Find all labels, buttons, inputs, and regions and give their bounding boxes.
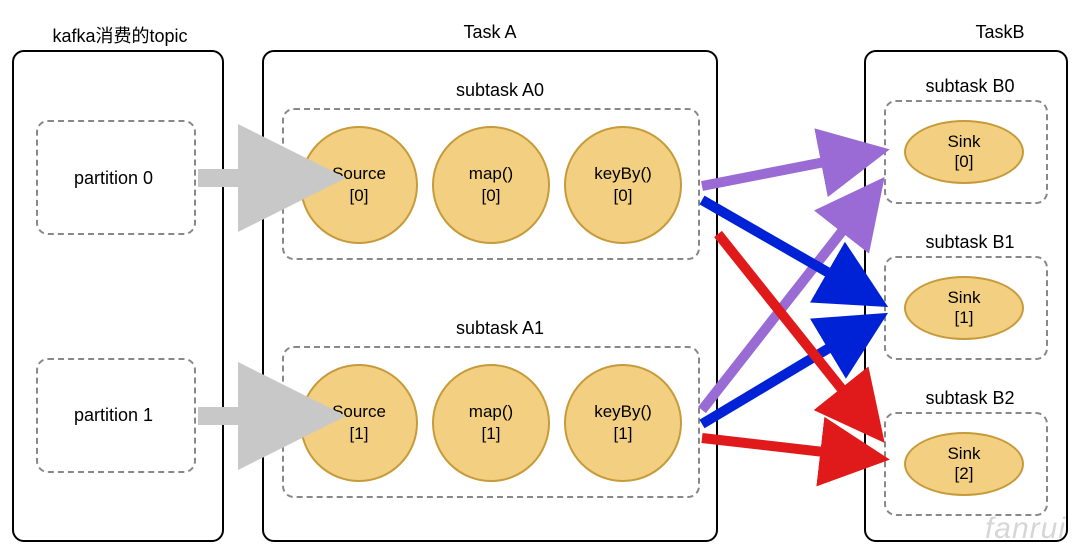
task-a-title: Task A xyxy=(430,22,550,43)
op-map-0: map() [0] xyxy=(432,126,550,244)
arrow-a0-to-b2 xyxy=(718,234,876,432)
op-idx: [0] xyxy=(350,185,369,207)
op-source-1: Source [1] xyxy=(300,364,418,482)
sink-idx: [0] xyxy=(955,152,974,172)
arrow-a1-to-b2 xyxy=(702,438,876,458)
sink-name: Sink xyxy=(947,132,980,152)
op-idx: [1] xyxy=(350,423,369,445)
subtask-b0-label: subtask B0 xyxy=(910,76,1030,97)
sink-name: Sink xyxy=(947,444,980,464)
op-name: map() xyxy=(469,401,513,423)
partition-1-label: partition 1 xyxy=(74,405,153,426)
op-keyby-1: keyBy() [1] xyxy=(564,364,682,482)
op-source-0: Source [0] xyxy=(300,126,418,244)
op-name: map() xyxy=(469,163,513,185)
op-keyby-0: keyBy() [0] xyxy=(564,126,682,244)
sink-2: Sink [2] xyxy=(904,432,1024,496)
sink-idx: [2] xyxy=(955,464,974,484)
arrow-a0-to-b0 xyxy=(702,152,876,186)
subtask-a1-label: subtask A1 xyxy=(440,318,560,339)
op-name: keyBy() xyxy=(594,401,652,423)
partition-0-label: partition 0 xyxy=(74,168,153,189)
op-name: Source xyxy=(332,163,386,185)
arrow-a0-to-b1 xyxy=(702,200,876,300)
op-name: keyBy() xyxy=(594,163,652,185)
sink-idx: [1] xyxy=(955,308,974,328)
sink-name: Sink xyxy=(947,288,980,308)
sink-1: Sink [1] xyxy=(904,276,1024,340)
op-idx: [0] xyxy=(614,185,633,207)
arrow-a1-to-b1 xyxy=(702,320,876,424)
op-map-1: map() [1] xyxy=(432,364,550,482)
sink-0: Sink [0] xyxy=(904,120,1024,184)
task-b-title: TaskB xyxy=(940,22,1060,43)
op-idx: [1] xyxy=(482,423,501,445)
op-idx: [0] xyxy=(482,185,501,207)
subtask-b2-label: subtask B2 xyxy=(910,388,1030,409)
subtask-a0-label: subtask A0 xyxy=(440,80,560,101)
subtask-b1-label: subtask B1 xyxy=(910,232,1030,253)
arrow-a1-to-b0 xyxy=(702,188,876,410)
op-name: Source xyxy=(332,401,386,423)
kafka-title: kafka消费的topic xyxy=(20,22,220,48)
op-idx: [1] xyxy=(614,423,633,445)
